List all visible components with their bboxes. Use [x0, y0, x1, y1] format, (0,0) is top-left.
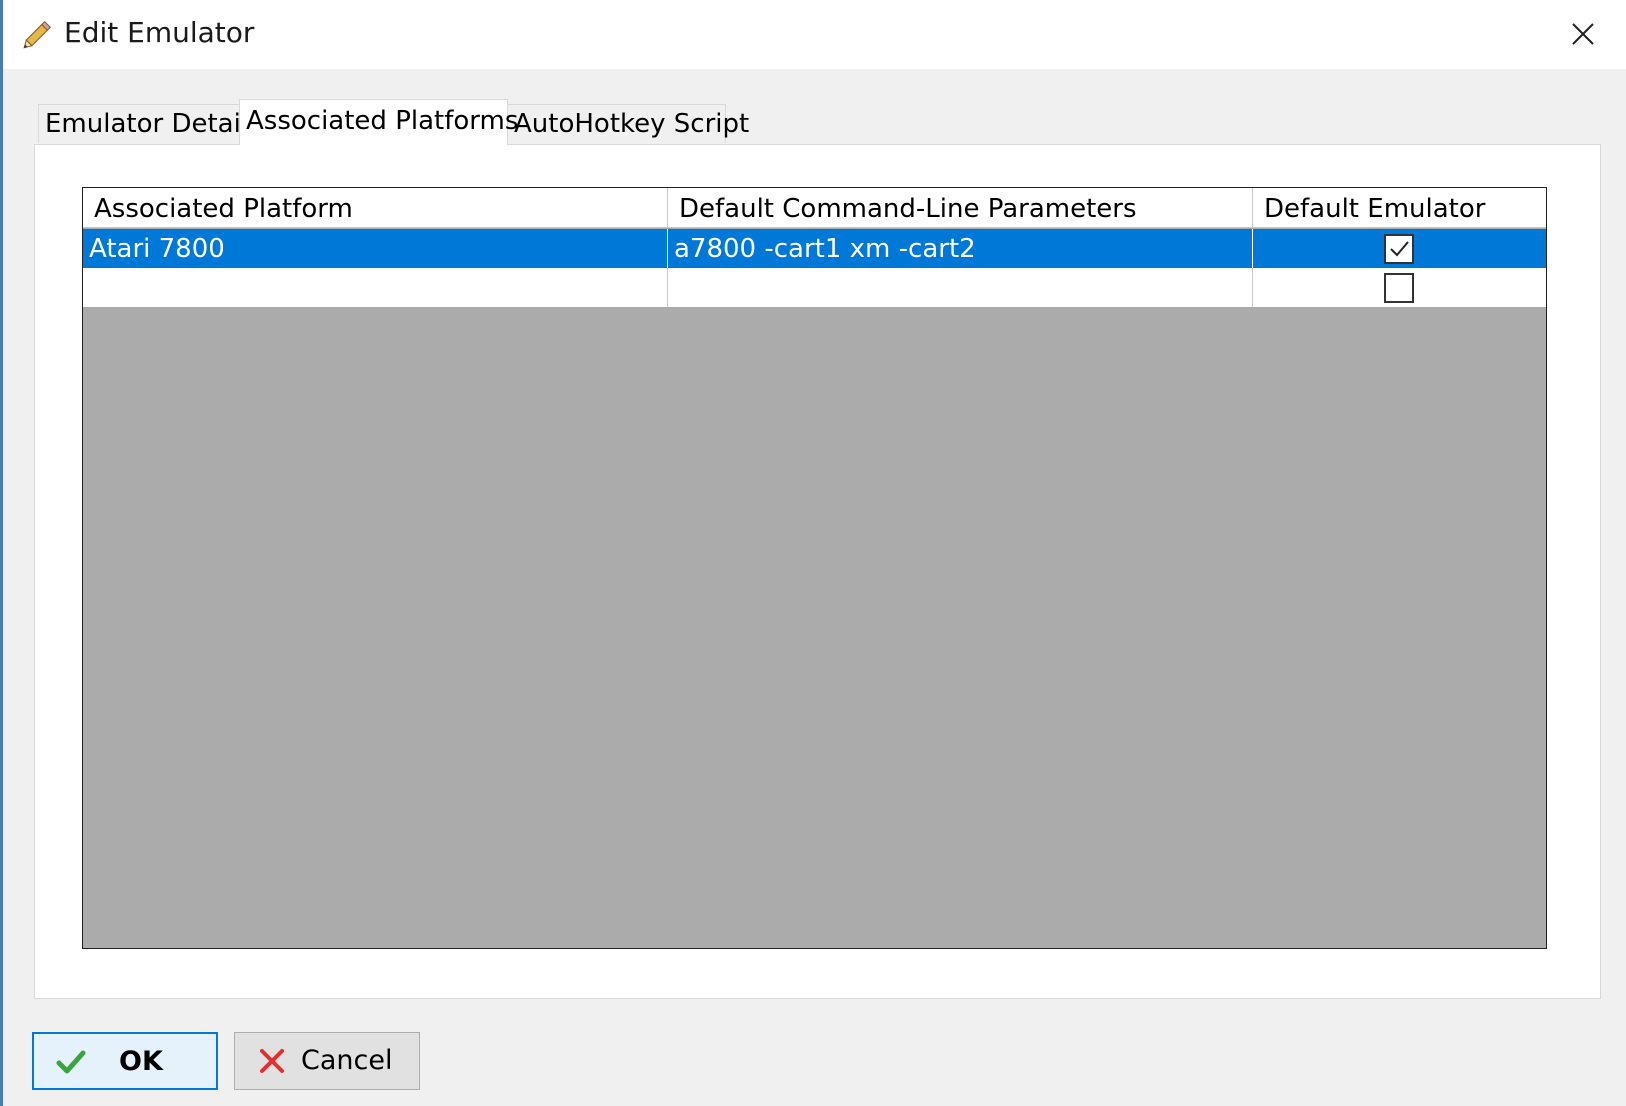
cell-default-emulator: [1253, 229, 1546, 268]
column-header-platform[interactable]: Associated Platform: [83, 188, 668, 228]
default-emulator-checkbox[interactable]: [1384, 273, 1414, 303]
cross-icon: [260, 1049, 284, 1073]
pencil-icon: [23, 20, 52, 49]
tab-emulator-details[interactable]: Emulator Details: [38, 104, 262, 143]
column-header-default[interactable]: Default Emulator: [1253, 188, 1546, 228]
cell-platform[interactable]: Atari 7800: [83, 229, 668, 268]
dialog-title: Edit Emulator: [64, 16, 255, 49]
cell-default-emulator: [1253, 268, 1546, 307]
cancel-label: Cancel: [301, 1045, 393, 1076]
tab-associated-platforms[interactable]: Associated Platforms: [239, 99, 518, 145]
grid-header: Associated Platform Default Command-Line…: [83, 188, 1546, 228]
edit-emulator-dialog: Edit Emulator Emulator Details Associate…: [3, 0, 1626, 1106]
ok-label: OK: [119, 1046, 163, 1077]
cancel-button[interactable]: Cancel: [234, 1032, 420, 1090]
platforms-grid[interactable]: Associated Platform Default Command-Line…: [82, 187, 1547, 949]
checkmark-icon: [56, 1050, 86, 1074]
column-header-params[interactable]: Default Command-Line Parameters: [668, 188, 1253, 228]
close-icon[interactable]: [1563, 14, 1603, 54]
cell-params[interactable]: a7800 -cart1 xm -cart2: [668, 229, 1253, 268]
tab-autohotkey-script[interactable]: AutoHotkey Script: [507, 104, 749, 143]
cell-params[interactable]: [668, 268, 1253, 307]
associated-platforms-panel: Associated Platform Default Command-Line…: [34, 144, 1601, 999]
title-bar: Edit Emulator: [3, 0, 1626, 69]
table-row[interactable]: Atari 7800 a7800 -cart1 xm -cart2: [83, 229, 1546, 268]
ok-button[interactable]: OK: [32, 1032, 218, 1090]
default-emulator-checkbox[interactable]: [1384, 234, 1414, 264]
cell-platform[interactable]: [83, 268, 668, 307]
table-row[interactable]: [83, 268, 1546, 307]
